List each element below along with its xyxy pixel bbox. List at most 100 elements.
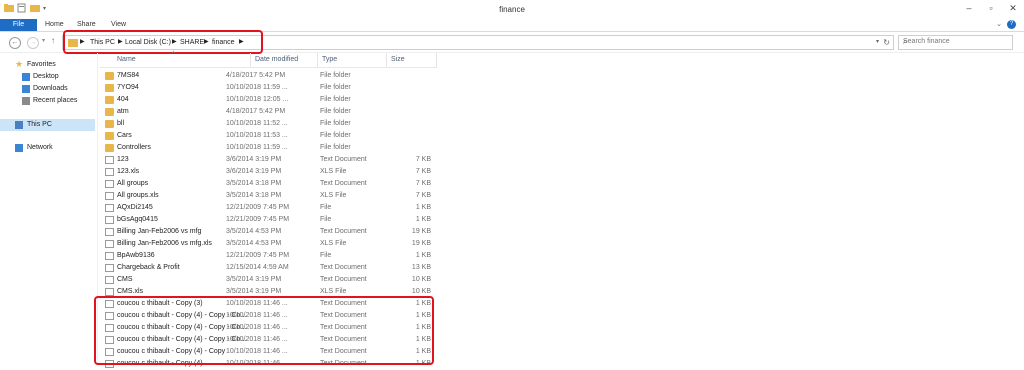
nav-recent-places[interactable]: Recent places xyxy=(0,95,95,107)
file-type: XLS File xyxy=(320,168,347,175)
refresh-icon[interactable]: ↻ xyxy=(883,36,890,49)
file-row[interactable]: Chargeback & Profit 12/15/2014 4:59 AM Tex… xyxy=(103,262,437,274)
tab-home[interactable]: Home xyxy=(45,19,64,31)
downloads-icon xyxy=(22,85,30,93)
file-size: 7 KB xyxy=(415,156,431,163)
file-name: bGsAgq0415 xyxy=(117,216,158,223)
column-divider[interactable] xyxy=(386,53,387,67)
nav-label: Downloads xyxy=(33,85,68,92)
nav-network[interactable]: Network xyxy=(0,142,95,154)
file-name: 7MS84 xyxy=(117,72,140,79)
file-date-modified: 10/10/2018 11:59 ... xyxy=(226,84,288,91)
nav-this-pc[interactable]: This PC xyxy=(0,119,95,131)
file-name: All groups xyxy=(117,180,149,187)
minimize-button[interactable]: – xyxy=(958,0,980,16)
file-type: File folder xyxy=(320,108,351,115)
document-icon xyxy=(105,240,114,248)
search-input[interactable]: Search finance ⌕ xyxy=(898,35,1013,50)
nav-label: Favorites xyxy=(27,61,56,68)
file-type: Text Document xyxy=(320,228,367,235)
folder-icon xyxy=(105,96,114,104)
address-dropdown-icon[interactable]: ▾ xyxy=(876,36,879,49)
desktop-icon xyxy=(22,73,30,81)
folder-row[interactable]: atm 4/18/2017 5:42 PM File folder xyxy=(103,106,437,118)
file-row[interactable]: 123.xls 3/6/2014 3:19 PM XLS File 7 KB xyxy=(103,166,437,178)
file-row[interactable]: bGsAgq0415 12/21/2009 7:45 PM File 1 KB xyxy=(103,214,437,226)
folder-icon xyxy=(105,72,114,80)
folder-row[interactable]: 7YO94 10/10/2018 11:59 ... File folder xyxy=(103,82,437,94)
file-type: File folder xyxy=(320,144,351,151)
file-row[interactable]: BpAwb9136 12/21/2009 7:45 PM File 1 KB xyxy=(103,250,437,262)
maximize-button[interactable]: ▫ xyxy=(980,0,1002,16)
folder-row[interactable]: 7MS84 4/18/2017 5:42 PM File folder xyxy=(103,70,437,82)
nav-desktop[interactable]: Desktop xyxy=(0,71,95,83)
column-divider[interactable] xyxy=(317,53,318,67)
column-divider[interactable] xyxy=(436,53,437,67)
back-icon[interactable]: ← xyxy=(9,37,21,49)
folder-row[interactable]: Controllers 10/10/2018 11:59 ... File fold… xyxy=(103,142,437,154)
file-name: Controllers xyxy=(117,144,151,151)
highlight-box xyxy=(94,296,434,365)
document-icon xyxy=(105,156,114,164)
file-date-modified: 4/18/2017 5:42 PM xyxy=(226,72,286,79)
nav-favorites[interactable]: ★ Favorites xyxy=(0,59,95,71)
up-icon[interactable]: ↑ xyxy=(51,36,55,45)
file-row[interactable]: CMS 3/5/2014 3:19 PM Text Document 10 KB xyxy=(103,274,437,286)
file-type: XLS File xyxy=(320,240,347,247)
close-button[interactable]: ✕ xyxy=(1002,0,1024,16)
folder-row[interactable]: Cars 10/10/2018 11:53 ... File folder xyxy=(103,130,437,142)
tab-file[interactable]: File xyxy=(0,19,37,31)
file-row[interactable]: Billing Jan-Feb2006 vs mfg.xls 3/5/2014 4… xyxy=(103,238,437,250)
column-name[interactable]: Name xyxy=(117,56,136,63)
folder-icon xyxy=(105,84,114,92)
file-name: 123 xyxy=(117,156,129,163)
title-bar: ▾ finance – ▫ ✕ xyxy=(0,0,1024,20)
nav-label: Recent places xyxy=(33,97,78,104)
nav-label: Desktop xyxy=(33,73,59,80)
file-type: File folder xyxy=(320,84,351,91)
file-date-modified: 3/6/2014 3:19 PM xyxy=(226,168,282,175)
file-name: CMS xyxy=(117,276,133,283)
computer-icon xyxy=(15,121,23,129)
folder-row[interactable]: 404 10/10/2018 12:05 ... File folder xyxy=(103,94,437,106)
column-date-modified[interactable]: Date modified xyxy=(255,56,298,63)
window-title: finance xyxy=(499,5,525,14)
nav-downloads[interactable]: Downloads xyxy=(0,83,95,95)
file-name: Billing Jan-Feb2006 vs mfg xyxy=(117,228,202,235)
recent-locations-icon[interactable]: ▾ xyxy=(42,37,45,44)
file-type: File xyxy=(320,216,332,223)
file-row[interactable]: All groups.xls 3/5/2014 3:18 PM XLS File 7 … xyxy=(103,190,437,202)
document-icon xyxy=(105,288,114,296)
file-type: Text Document xyxy=(320,180,367,187)
file-type: File folder xyxy=(320,132,351,139)
file-size: 7 KB xyxy=(415,192,431,199)
file-type: Text Document xyxy=(320,156,367,163)
file-row[interactable]: 123 3/6/2014 3:19 PM Text Document 7 KB xyxy=(103,154,437,166)
file-type: Text Document xyxy=(320,264,367,271)
file-date-modified: 12/21/2009 7:45 PM xyxy=(226,216,290,223)
file-name: All groups.xls xyxy=(117,192,159,199)
column-type[interactable]: Type xyxy=(322,56,337,63)
ribbon-expand-icon[interactable]: ⌄ xyxy=(996,20,1002,28)
file-name: atm xyxy=(117,108,129,115)
file-name: Chargeback & Profit xyxy=(117,264,180,271)
file-date-modified: 4/18/2017 5:42 PM xyxy=(226,108,286,115)
file-name: bll xyxy=(117,120,125,127)
document-icon xyxy=(105,192,114,200)
file-type: File xyxy=(320,204,332,211)
file-type: File xyxy=(320,252,332,259)
file-name: Cars xyxy=(117,132,132,139)
highlight-box xyxy=(63,30,263,54)
forward-icon[interactable]: → xyxy=(27,37,39,49)
navigation-pane: ★ Favorites Desktop Downloads Recent pla… xyxy=(0,53,95,365)
folder-row[interactable]: bll 10/10/2018 11:52 ... File folder xyxy=(103,118,437,130)
file-row[interactable]: Billing Jan-Feb2006 vs mfg 3/5/2014 4:53 … xyxy=(103,226,437,238)
file-date-modified: 3/6/2014 3:19 PM xyxy=(226,156,282,163)
file-row[interactable]: AQxDi2145 12/21/2009 7:45 PM File 1 KB xyxy=(103,202,437,214)
search-icon[interactable]: ⌕ xyxy=(903,37,1009,47)
help-icon[interactable]: ? xyxy=(1007,20,1016,29)
file-row[interactable]: All groups 3/5/2014 3:18 PM Text Document 7… xyxy=(103,178,437,190)
column-size[interactable]: Size xyxy=(391,56,405,63)
file-date-modified: 12/21/2009 7:45 PM xyxy=(226,204,290,211)
column-divider[interactable] xyxy=(250,53,251,67)
